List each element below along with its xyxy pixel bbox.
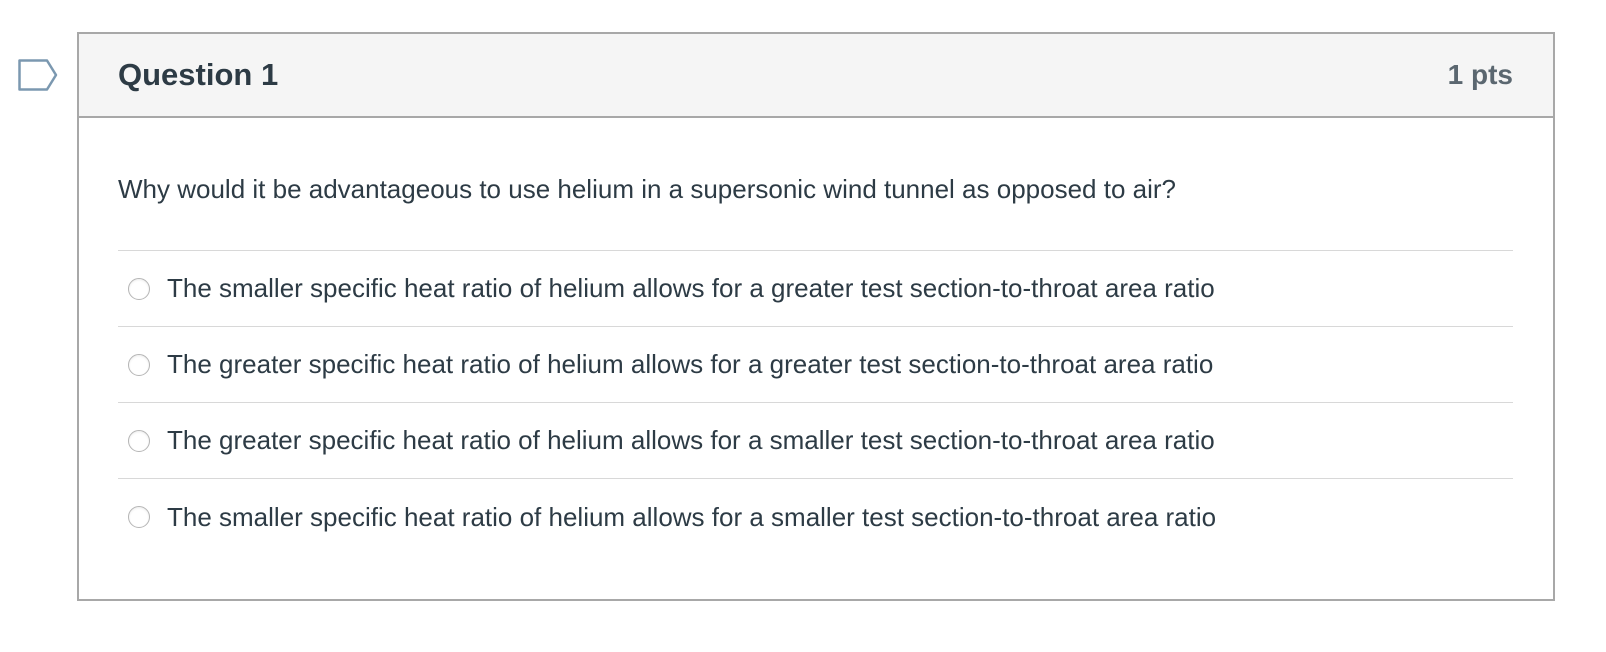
radio-button[interactable] [128, 506, 150, 528]
radio-button[interactable] [128, 277, 150, 300]
answer-label[interactable]: The greater specific heat ratio of heliu… [167, 349, 1213, 380]
answer-option[interactable]: The smaller specific heat ratio of heliu… [118, 251, 1513, 327]
question-body: Why would it be advantageous to use heli… [79, 118, 1553, 555]
answer-list: The smaller specific heat ratio of heliu… [118, 251, 1513, 555]
question-points: 1 pts [1447, 59, 1513, 90]
question-header: Question 1 1 pts [79, 34, 1553, 118]
flag-question-icon[interactable] [18, 59, 58, 91]
question-text: Why would it be advantageous to use heli… [118, 118, 1513, 251]
answer-option[interactable]: The greater specific heat ratio of heliu… [118, 327, 1513, 403]
radio-button[interactable] [128, 429, 150, 452]
answer-label[interactable]: The greater specific heat ratio of heliu… [167, 425, 1215, 456]
question-card: Question 1 1 pts Why would it be advanta… [77, 32, 1555, 601]
answer-label[interactable]: The smaller specific heat ratio of heliu… [167, 273, 1215, 304]
answer-label[interactable]: The smaller specific heat ratio of heliu… [167, 502, 1216, 533]
quiz-page: Question 1 1 pts Why would it be advanta… [0, 0, 1606, 652]
answer-option[interactable]: The greater specific heat ratio of heliu… [118, 403, 1513, 479]
radio-button[interactable] [128, 353, 150, 376]
question-title: Question 1 [118, 57, 279, 92]
answer-option[interactable]: The smaller specific heat ratio of heliu… [118, 479, 1513, 555]
